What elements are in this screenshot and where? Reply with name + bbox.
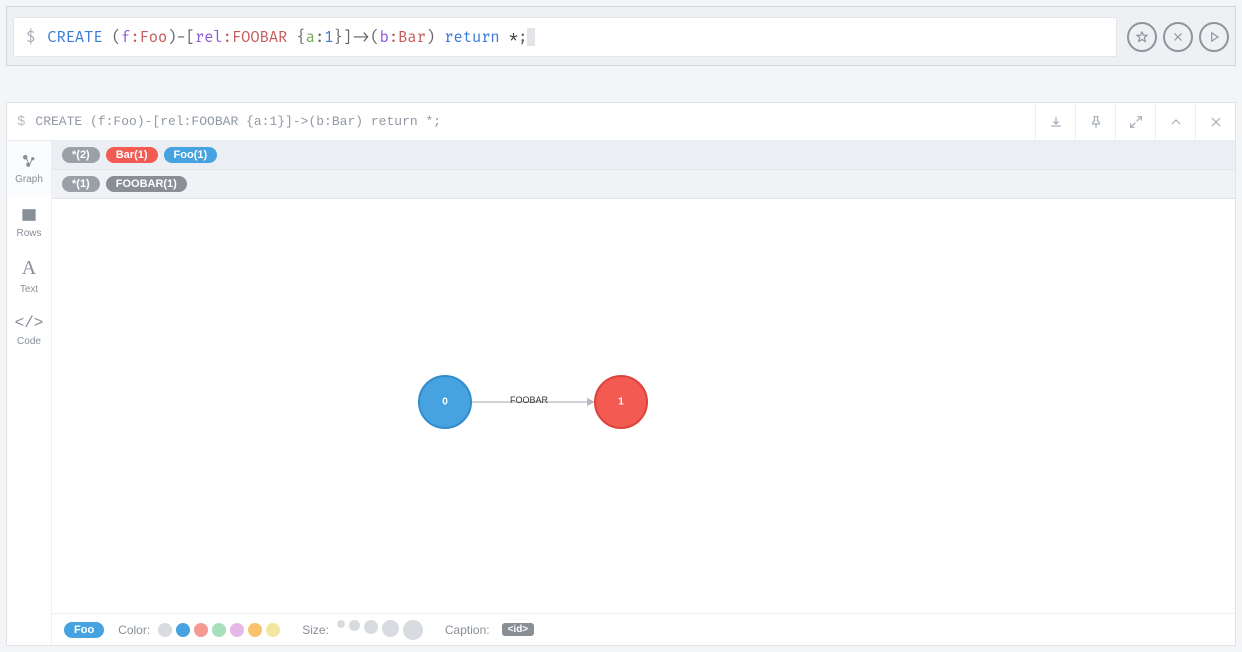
rel-pill-0[interactable]: *(1) bbox=[62, 176, 100, 192]
legend-color-swatches bbox=[158, 623, 280, 637]
graph-icon bbox=[20, 152, 38, 170]
legend-size-dots bbox=[337, 620, 423, 640]
editor-prompt-symbol: $ bbox=[26, 28, 35, 47]
result-frame: $ CREATE (f:Foo)-[rel:FOOBAR {a:1}]->(b:… bbox=[6, 102, 1236, 646]
legend-caption-label: Caption: bbox=[445, 623, 490, 637]
graph-node-label: 0 bbox=[442, 397, 448, 408]
color-swatch-0[interactable] bbox=[158, 623, 172, 637]
favorite-button[interactable] bbox=[1127, 22, 1157, 52]
result-prompt-symbol: $ bbox=[17, 114, 25, 130]
graph-edge-label: FOOBAR bbox=[510, 395, 549, 405]
table-icon bbox=[20, 206, 38, 224]
download-button[interactable] bbox=[1035, 103, 1075, 140]
node-pill-0[interactable]: *(2) bbox=[62, 147, 100, 163]
node-label-pills: *(2) Bar(1) Foo(1) bbox=[52, 141, 1235, 170]
legend-color-label: Color: bbox=[118, 623, 150, 637]
rel-pill-1[interactable]: FOOBAR(1) bbox=[106, 176, 187, 192]
editor-cursor bbox=[527, 28, 535, 46]
code-icon: </> bbox=[15, 314, 44, 332]
tab-graph[interactable]: Graph bbox=[7, 141, 51, 195]
legend-selected-label[interactable]: Foo bbox=[64, 622, 104, 638]
close-result-button[interactable] bbox=[1195, 103, 1235, 140]
result-query-text: CREATE (f:Foo)-[rel:FOOBAR {a:1}]->(b:Ba… bbox=[35, 114, 441, 129]
color-swatch-6[interactable] bbox=[266, 623, 280, 637]
tab-graph-label: Graph bbox=[15, 174, 43, 185]
clear-button[interactable] bbox=[1163, 22, 1193, 52]
result-body: Graph Rows A Text </> Code *(2) Bar(1) Foo… bbox=[7, 141, 1235, 645]
result-header: $ CREATE (f:Foo)-[rel:FOOBAR {a:1}]->(b:… bbox=[7, 103, 1235, 141]
legend-bar: Foo Color: Size: Caption: <id> bbox=[52, 613, 1235, 645]
color-swatch-5[interactable] bbox=[248, 623, 262, 637]
collapse-up-button[interactable] bbox=[1155, 103, 1195, 140]
tab-rows-label: Rows bbox=[16, 228, 41, 239]
result-header-actions bbox=[1035, 103, 1235, 140]
tab-rows[interactable]: Rows bbox=[7, 195, 51, 249]
node-pill-2[interactable]: Foo(1) bbox=[164, 147, 218, 163]
pin-button[interactable] bbox=[1075, 103, 1115, 140]
color-swatch-2[interactable] bbox=[194, 623, 208, 637]
text-icon: A bbox=[22, 257, 36, 280]
view-mode-tabs: Graph Rows A Text </> Code bbox=[7, 141, 52, 645]
query-editor[interactable]: $ CREATE (f:Foo)-[rel:FOOBAR {a:1}]->(b:… bbox=[13, 17, 1117, 57]
graph-canvas[interactable]: FOOBAR 0 1 bbox=[52, 199, 1235, 613]
color-swatch-4[interactable] bbox=[230, 623, 244, 637]
relationship-type-pills: *(1) FOOBAR(1) bbox=[52, 170, 1235, 199]
run-button[interactable] bbox=[1199, 22, 1229, 52]
main-panel: *(2)Bar(1)Foo(1) *(1)FOOBAR(1) FOOBAR01 … bbox=[52, 141, 1235, 645]
tab-code-label: Code bbox=[17, 336, 41, 347]
tab-text-label: Text bbox=[20, 284, 38, 295]
legend-size-label: Size: bbox=[302, 623, 329, 637]
tab-code[interactable]: </> Code bbox=[7, 303, 51, 357]
graph-svg: FOOBAR 0 1 bbox=[52, 199, 1235, 613]
editor-action-buttons bbox=[1117, 22, 1229, 52]
tab-text[interactable]: A Text bbox=[7, 249, 51, 303]
color-swatch-1[interactable] bbox=[176, 623, 190, 637]
color-swatch-3[interactable] bbox=[212, 623, 226, 637]
query-editor-bar: $ CREATE (f:Foo)-[rel:FOOBAR {a:1}]->(b:… bbox=[6, 6, 1236, 66]
expand-button[interactable] bbox=[1115, 103, 1155, 140]
editor-tokens: CREATE (f:Foo)-[rel:FOOBAR {a:1}]->(b:Ba… bbox=[47, 28, 527, 47]
legend-caption-value[interactable]: <id> bbox=[502, 623, 535, 636]
size-dot-0[interactable] bbox=[337, 620, 345, 628]
size-dot-1[interactable] bbox=[349, 620, 360, 631]
size-dot-4[interactable] bbox=[403, 620, 423, 640]
size-dot-2[interactable] bbox=[364, 620, 378, 634]
graph-node-label: 1 bbox=[618, 397, 624, 408]
size-dot-3[interactable] bbox=[382, 620, 399, 637]
node-pill-1[interactable]: Bar(1) bbox=[106, 147, 158, 163]
